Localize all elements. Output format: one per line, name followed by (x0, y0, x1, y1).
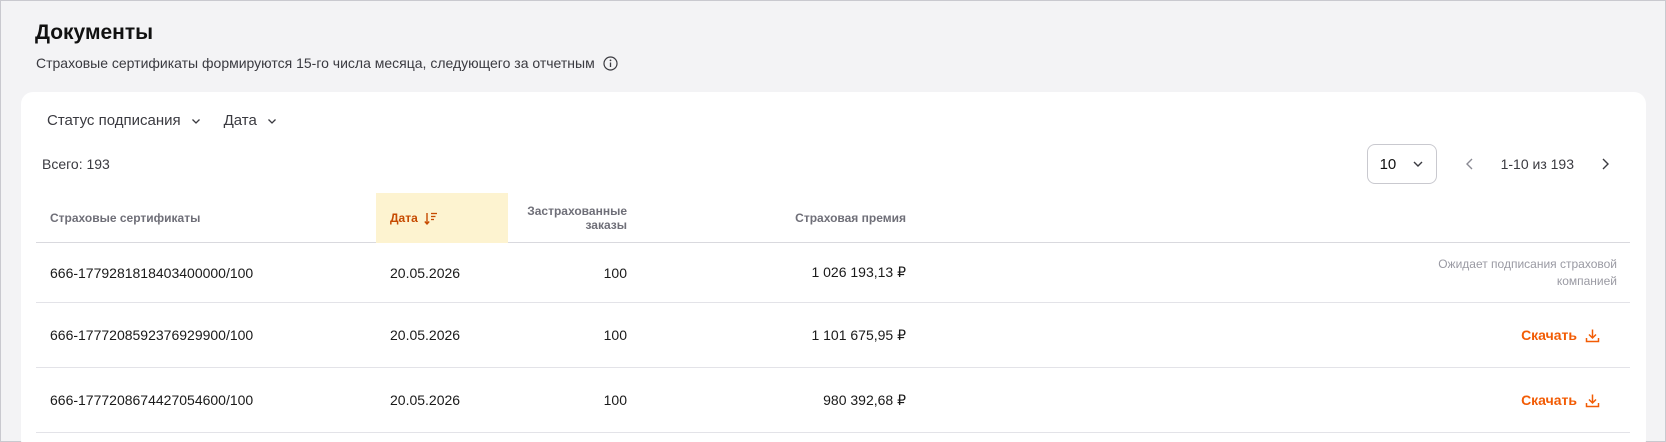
document-date: 20.05.2026 (390, 327, 461, 343)
subtitle-text: Страховые сертификаты формируются 15-го … (36, 55, 595, 71)
sort-descending-icon (424, 212, 437, 225)
page-size-value: 10 (1379, 155, 1397, 173)
chevron-right-icon (1602, 158, 1609, 170)
table-header: Страховые сертификаты Дата Застрахованны… (36, 193, 1630, 243)
certificate-number: 666-1777208674427054600/100 (50, 392, 254, 408)
filter-signing-status-label: Статус подписания (47, 112, 181, 129)
filter-signing-status[interactable]: Статус подписания (47, 112, 201, 129)
documents-card: Статус подписания Дата Всего: 193 10 1-1… (21, 92, 1646, 442)
chevron-down-icon (1413, 161, 1423, 167)
table-row[interactable]: 666-1779281818403400000/100 20.05.2026 1… (36, 243, 1630, 303)
insured-orders: 100 (603, 327, 627, 343)
document-date: 20.05.2026 (390, 264, 461, 281)
chevron-left-icon (1465, 158, 1473, 170)
table-row[interactable]: 666-1777208674427054600/100 20.05.2026 1… (36, 368, 1630, 433)
column-header-date[interactable]: Дата (376, 193, 508, 243)
pagination: 10 1-10 из 193 (1366, 144, 1618, 184)
insurance-premium: 1 026 193,13 ₽ (811, 264, 906, 280)
page-range: 1-10 из 193 (1500, 156, 1574, 172)
filter-date[interactable]: Дата (224, 112, 277, 129)
documents-page: Документы Страховые сертификаты формирую… (0, 0, 1666, 442)
download-icon (1585, 329, 1600, 342)
info-circle-icon[interactable] (603, 55, 618, 71)
certificate-number: 666-1777208592376929900/100 (50, 327, 254, 343)
insurance-premium: 980 392,68 ₽ (823, 391, 906, 408)
page-size-select[interactable]: 10 (1366, 144, 1437, 184)
certificate-number: 666-1779281818403400000/100 (50, 264, 254, 281)
page-title: Документы (35, 21, 154, 44)
insured-orders: 100 (603, 392, 627, 408)
column-header-premium[interactable]: Страховая премия (656, 193, 906, 243)
filters-bar: Статус подписания Дата (47, 112, 277, 129)
insured-orders: 100 (603, 264, 627, 281)
chevron-down-icon (191, 118, 200, 124)
page-subtitle: Страховые сертификаты формируются 15-го … (36, 55, 618, 71)
download-label: Скачать (1521, 327, 1577, 343)
next-page-button[interactable] (1592, 151, 1618, 177)
previous-page-button[interactable] (1457, 151, 1483, 177)
total-count: Всего: 193 (42, 156, 110, 172)
column-header-certificates[interactable]: Страховые сертификаты (50, 193, 200, 243)
table-row[interactable]: 666-1777208592376929900/100 20.05.2026 1… (36, 303, 1630, 368)
download-button[interactable]: Скачать (1521, 368, 1600, 432)
documents-table: Страховые сертификаты Дата Застрахованны… (36, 193, 1630, 433)
column-header-date-label: Дата (390, 211, 418, 225)
insurance-premium: 1 101 675,95 ₽ (811, 326, 906, 343)
signing-status: Ожидает подписания страховой компанией (1438, 256, 1617, 288)
document-date: 20.05.2026 (390, 392, 461, 408)
filter-date-label: Дата (223, 112, 257, 129)
column-header-orders[interactable]: Застрахованные заказы (506, 193, 627, 243)
chevron-down-icon (267, 118, 276, 124)
download-button[interactable]: Скачать (1521, 303, 1600, 367)
download-icon (1585, 394, 1600, 407)
download-label: Скачать (1521, 392, 1577, 408)
